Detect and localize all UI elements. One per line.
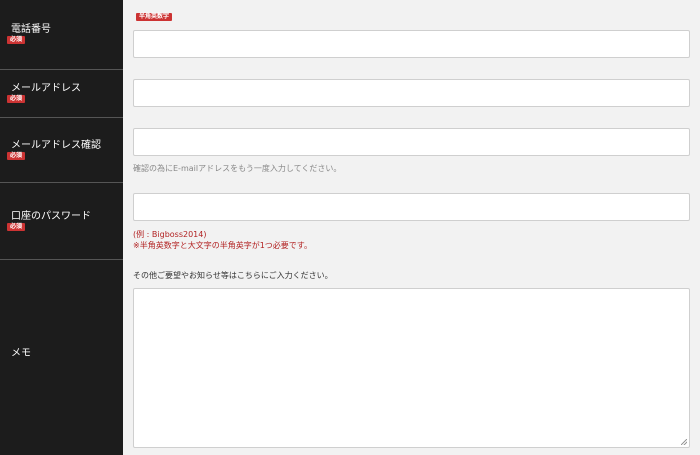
email-confirm-row: メールアドレス確認 必須 確認の為にE-mailアドレスをもう一度入力してくださ… bbox=[0, 118, 700, 182]
email-field-cell bbox=[123, 70, 700, 117]
email-confirm-input[interactable] bbox=[133, 128, 690, 156]
phone-input[interactable] bbox=[133, 30, 690, 58]
memo-hint: その他ご要望やお知らせ等はこちらにご入力ください。 bbox=[133, 271, 333, 280]
email-confirm-field-cell: 確認の為にE-mailアドレスをもう一度入力してください。 bbox=[123, 118, 700, 182]
email-confirm-hint: 確認の為にE-mailアドレスをもう一度入力してください。 bbox=[133, 164, 342, 173]
password-label-cell: 口座のパスワード 必須 bbox=[0, 183, 123, 259]
email-label: メールアドレス bbox=[11, 83, 81, 94]
password-label: 口座のパスワード bbox=[11, 211, 91, 222]
password-requirement-note: ※半角英数字と大文字の半角英字が1つ必要です。 bbox=[133, 241, 312, 250]
phone-required-badge: 必須 bbox=[7, 36, 26, 44]
memo-label-cell: メモ bbox=[0, 260, 123, 455]
email-confirm-label-cell: メールアドレス確認 必須 bbox=[0, 118, 123, 182]
password-input[interactable] bbox=[133, 193, 690, 221]
email-row: メールアドレス 必須 bbox=[0, 70, 700, 117]
email-confirm-required-badge: 必須 bbox=[7, 152, 26, 160]
email-label-cell: メールアドレス 必須 bbox=[0, 70, 123, 117]
email-confirm-label: メールアドレス確認 bbox=[11, 140, 101, 151]
memo-field-cell: その他ご要望やお知らせ等はこちらにご入力ください。 bbox=[123, 260, 700, 455]
phone-field-cell: 半角英数字 bbox=[123, 0, 700, 69]
memo-textarea[interactable] bbox=[133, 288, 690, 448]
email-required-badge: 必須 bbox=[7, 95, 26, 103]
resize-grip-icon[interactable] bbox=[681, 439, 687, 445]
phone-alnum-tag: 半角英数字 bbox=[136, 13, 173, 21]
contact-form: 電話番号 必須 半角英数字 メールアドレス 必須 メールアドレス確認 必須 確認… bbox=[0, 0, 700, 455]
phone-label: 電話番号 bbox=[11, 24, 51, 35]
password-example: (例 : Bigboss2014) bbox=[133, 230, 207, 239]
memo-label: メモ bbox=[11, 348, 31, 359]
memo-row: メモ その他ご要望やお知らせ等はこちらにご入力ください。 bbox=[0, 260, 700, 455]
phone-row: 電話番号 必須 半角英数字 bbox=[0, 0, 700, 69]
password-field-cell: (例 : Bigboss2014) ※半角英数字と大文字の半角英字が1つ必要です… bbox=[123, 183, 700, 259]
email-input[interactable] bbox=[133, 79, 690, 107]
phone-label-cell: 電話番号 必須 bbox=[0, 0, 123, 69]
password-row: 口座のパスワード 必須 (例 : Bigboss2014) ※半角英数字と大文字… bbox=[0, 183, 700, 259]
password-required-badge: 必須 bbox=[7, 223, 26, 231]
